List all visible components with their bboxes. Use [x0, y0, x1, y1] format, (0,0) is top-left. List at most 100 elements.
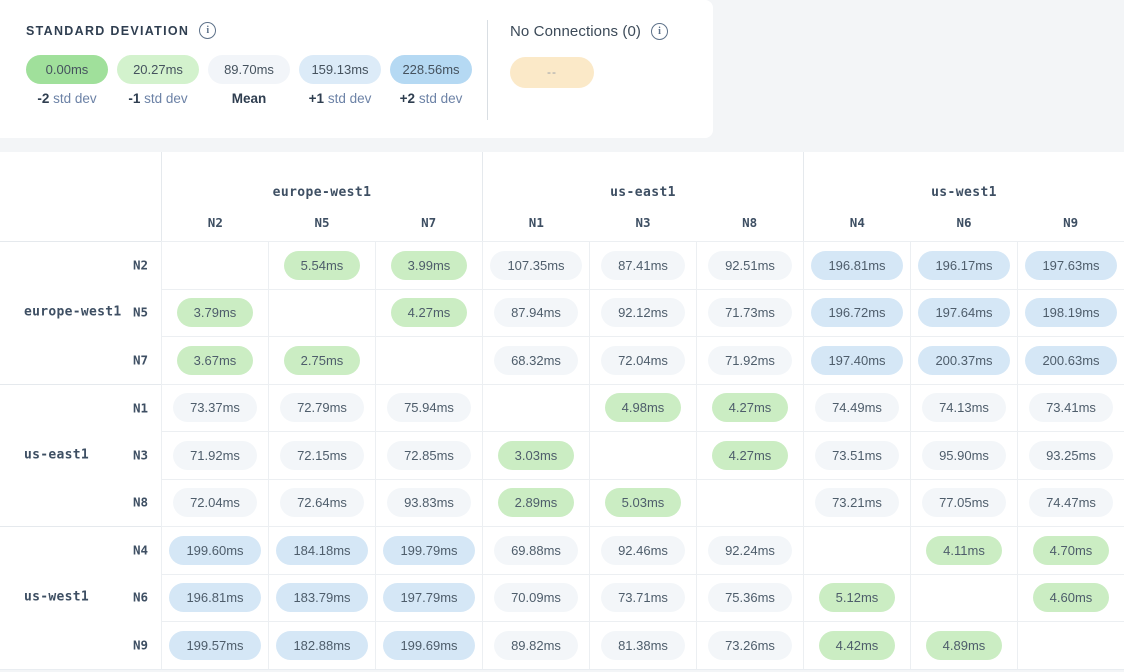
latency-pill[interactable]: 197.40ms: [811, 346, 902, 375]
latency-pill[interactable]: 69.88ms: [494, 536, 578, 565]
latency-pill[interactable]: 73.21ms: [815, 488, 899, 517]
latency-pill[interactable]: 197.64ms: [918, 298, 1009, 327]
self-cell: [161, 241, 268, 289]
latency-pill[interactable]: 72.79ms: [280, 393, 364, 422]
latency-pill[interactable]: 196.81ms: [169, 583, 260, 612]
latency-pill[interactable]: 73.71ms: [601, 583, 685, 612]
latency-pill[interactable]: 92.12ms: [601, 298, 685, 327]
latency-pill[interactable]: 74.49ms: [815, 393, 899, 422]
latency-pill[interactable]: 107.35ms: [490, 251, 581, 280]
row-header: N4: [0, 526, 161, 574]
column-group-europe-west1: europe-west1N2N5N7: [161, 152, 482, 241]
latency-pill[interactable]: 200.37ms: [918, 346, 1009, 375]
latency-pill[interactable]: 93.83ms: [387, 488, 471, 517]
latency-cell: 71.92ms: [696, 336, 803, 384]
std-dev-title-row: STANDARD DEVIATION i: [26, 22, 216, 39]
latency-pill[interactable]: 75.94ms: [387, 393, 471, 422]
latency-pill[interactable]: 197.63ms: [1025, 251, 1116, 280]
latency-pill[interactable]: 92.51ms: [708, 251, 792, 280]
latency-cell: 92.12ms: [589, 289, 696, 337]
latency-pill[interactable]: 4.60ms: [1033, 583, 1110, 612]
latency-cell: 93.83ms: [375, 479, 482, 527]
latency-pill[interactable]: 199.69ms: [383, 631, 474, 660]
latency-pill[interactable]: 199.79ms: [383, 536, 474, 565]
latency-pill[interactable]: 200.63ms: [1025, 346, 1116, 375]
latency-pill[interactable]: 5.12ms: [819, 583, 896, 612]
matrix-row-N4: N4 199.60ms 184.18ms 199.79ms 69.88ms 92.46ms…: [0, 526, 1124, 574]
latency-pill[interactable]: 75.36ms: [708, 583, 792, 612]
latency-pill[interactable]: 74.13ms: [922, 393, 1006, 422]
row-header: us-east1N3: [0, 431, 161, 479]
latency-pill[interactable]: 199.60ms: [169, 536, 260, 565]
latency-pill[interactable]: 68.32ms: [494, 346, 578, 375]
latency-pill[interactable]: 196.17ms: [918, 251, 1009, 280]
std-dev-labels: -2 std dev-1 std devMean+1 std dev+2 std…: [26, 91, 472, 106]
row-header: europe-west1N5: [0, 289, 161, 337]
latency-pill[interactable]: 4.27ms: [712, 441, 789, 470]
latency-pill[interactable]: 73.41ms: [1029, 393, 1113, 422]
latency-pill[interactable]: 72.15ms: [280, 441, 364, 470]
column-header-N5: N5: [269, 215, 376, 230]
latency-pill[interactable]: 92.24ms: [708, 536, 792, 565]
latency-pill[interactable]: 5.54ms: [284, 251, 361, 280]
latency-cell: 75.94ms: [375, 384, 482, 432]
latency-cell: 4.27ms: [696, 431, 803, 479]
latency-pill[interactable]: 2.75ms: [284, 346, 361, 375]
latency-pill[interactable]: 92.46ms: [601, 536, 685, 565]
legend-card: STANDARD DEVIATION i 0.00ms20.27ms89.70m…: [0, 0, 713, 138]
latency-pill[interactable]: 77.05ms: [922, 488, 1006, 517]
latency-pill[interactable]: 4.70ms: [1033, 536, 1110, 565]
latency-pill[interactable]: 3.67ms: [177, 346, 254, 375]
latency-pill[interactable]: 182.88ms: [276, 631, 367, 660]
latency-cell: 73.21ms: [803, 479, 910, 527]
latency-pill[interactable]: 70.09ms: [494, 583, 578, 612]
latency-pill[interactable]: 72.64ms: [280, 488, 364, 517]
latency-pill[interactable]: 4.11ms: [926, 536, 1002, 565]
latency-pill[interactable]: 3.03ms: [498, 441, 575, 470]
latency-pill[interactable]: 196.72ms: [811, 298, 902, 327]
latency-pill[interactable]: 72.04ms: [601, 346, 685, 375]
latency-pill[interactable]: 198.19ms: [1025, 298, 1116, 327]
latency-pill[interactable]: 3.79ms: [177, 298, 254, 327]
latency-pill[interactable]: 73.37ms: [173, 393, 257, 422]
latency-pill[interactable]: 71.73ms: [708, 298, 792, 327]
latency-cell: 4.70ms: [1017, 526, 1124, 574]
latency-pill[interactable]: 196.81ms: [811, 251, 902, 280]
latency-pill[interactable]: 4.89ms: [926, 631, 1003, 660]
std-dev-pill: 159.13ms: [299, 55, 381, 84]
info-icon[interactable]: i: [651, 23, 668, 40]
latency-pill[interactable]: 95.90ms: [922, 441, 1006, 470]
latency-pill[interactable]: 5.03ms: [605, 488, 682, 517]
info-icon[interactable]: i: [199, 22, 216, 39]
latency-pill[interactable]: 71.92ms: [708, 346, 792, 375]
latency-pill[interactable]: 197.79ms: [383, 583, 474, 612]
latency-pill[interactable]: 4.98ms: [605, 393, 682, 422]
latency-pill[interactable]: 93.25ms: [1029, 441, 1113, 470]
row-header: N9: [0, 621, 161, 669]
latency-pill[interactable]: 73.26ms: [708, 631, 792, 660]
latency-pill[interactable]: 71.92ms: [173, 441, 257, 470]
latency-pill[interactable]: 2.89ms: [498, 488, 575, 517]
latency-cell: 197.79ms: [375, 574, 482, 622]
latency-pill[interactable]: 4.27ms: [712, 393, 789, 422]
latency-pill[interactable]: 81.38ms: [601, 631, 685, 660]
latency-pill[interactable]: 73.51ms: [815, 441, 899, 470]
latency-pill[interactable]: 89.82ms: [494, 631, 578, 660]
latency-cell: 196.81ms: [161, 574, 268, 622]
matrix-row-N2: N25.54ms3.99ms107.35ms87.41ms92.51ms196.…: [0, 241, 1124, 289]
row-header: us-west1N6: [0, 574, 161, 622]
latency-pill[interactable]: 183.79ms: [276, 583, 367, 612]
latency-pill[interactable]: 3.99ms: [391, 251, 468, 280]
latency-cell: 77.05ms: [910, 479, 1017, 527]
latency-pill[interactable]: 184.18ms: [276, 536, 367, 565]
latency-pill[interactable]: 74.47ms: [1029, 488, 1113, 517]
latency-pill[interactable]: 4.42ms: [819, 631, 896, 660]
latency-pill[interactable]: 4.27ms: [391, 298, 468, 327]
latency-pill[interactable]: 72.85ms: [387, 441, 471, 470]
latency-pill[interactable]: 87.94ms: [494, 298, 578, 327]
latency-pill[interactable]: 87.41ms: [601, 251, 685, 280]
latency-pill[interactable]: 199.57ms: [169, 631, 260, 660]
latency-pill[interactable]: 72.04ms: [173, 488, 257, 517]
latency-cell: 70.09ms: [482, 574, 589, 622]
row-header-node: N6: [133, 590, 148, 605]
